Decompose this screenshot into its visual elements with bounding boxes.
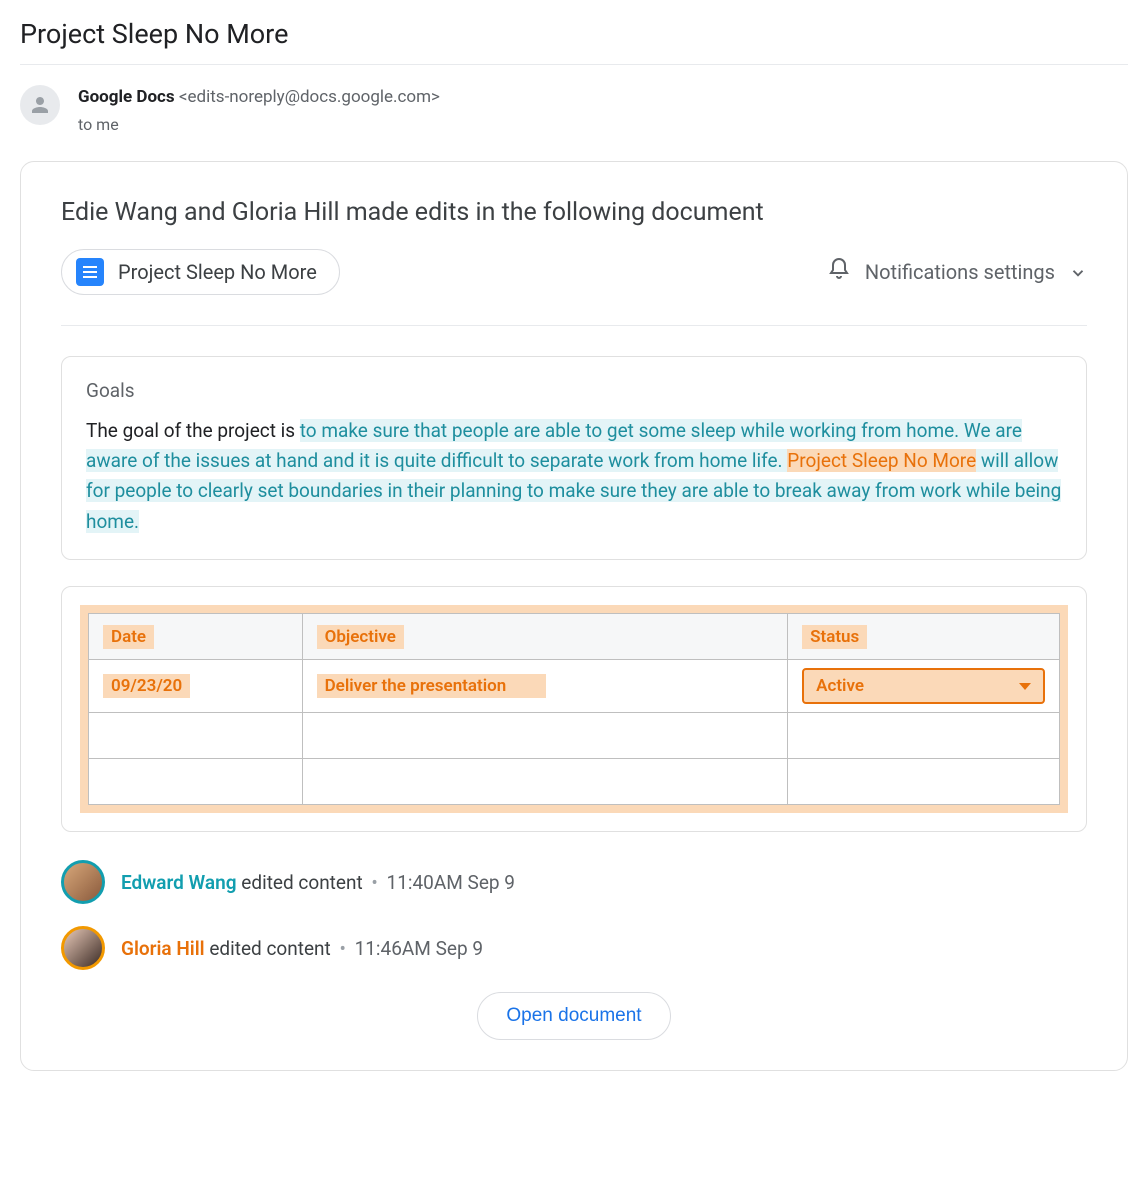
goals-text-highlight-orange: Project Sleep No More [787, 449, 976, 472]
sender-to-line: to me [78, 113, 440, 137]
editor-avatar [61, 926, 105, 970]
separator: • [335, 937, 351, 960]
goals-text-plain: The goal of the project is [86, 419, 300, 442]
col-status: Status [802, 625, 867, 649]
edit-entry: Edward Wang edited content • 11:40AM Sep… [61, 860, 1087, 904]
chevron-down-icon [1069, 263, 1087, 281]
table-row: 09/23/20 Deliver the presentation Active [89, 660, 1060, 713]
separator: • [367, 871, 383, 894]
open-document-button[interactable]: Open document [477, 992, 670, 1040]
email-subject: Project Sleep No More [20, 0, 1128, 65]
col-date: Date [103, 625, 154, 649]
editor-name[interactable]: Gloria Hill [121, 937, 205, 960]
editor-avatar [61, 860, 105, 904]
sender-email: <edits-noreply@docs.google.com> [179, 87, 440, 107]
edit-action: edited content [241, 871, 362, 894]
document-link[interactable]: Project Sleep No More [61, 249, 340, 295]
sender-name: Google Docs [78, 87, 175, 107]
objective-table-section: Date Objective Status 09/23/20 Deliver t… [61, 586, 1087, 832]
col-objective: Objective [317, 625, 404, 649]
table-row [89, 713, 1060, 759]
goals-heading: Goals [86, 379, 1062, 402]
table-header-row: Date Objective Status [89, 614, 1060, 660]
google-docs-icon [76, 258, 104, 286]
goals-section: Goals The goal of the project is to make… [61, 356, 1087, 561]
objective-table: Date Objective Status 09/23/20 Deliver t… [88, 613, 1060, 805]
edit-summary: Edie Wang and Gloria Hill made edits in … [61, 198, 1087, 227]
sender-avatar-icon [20, 85, 60, 125]
editor-name[interactable]: Edward Wang [121, 871, 237, 894]
cell-objective: Deliver the presentation [317, 674, 547, 698]
notifications-settings-button[interactable]: Notifications settings [827, 257, 1087, 286]
edit-timestamp: 11:46AM Sep 9 [355, 937, 483, 960]
sender-row: Google Docs <edits-noreply@docs.google.c… [20, 65, 1128, 161]
edit-timestamp: 11:40AM Sep 9 [387, 871, 515, 894]
notifications-label: Notifications settings [865, 260, 1055, 284]
bell-icon [827, 257, 851, 286]
table-row [89, 759, 1060, 805]
dropdown-caret-icon [1019, 683, 1031, 690]
document-title: Project Sleep No More [118, 260, 317, 284]
notification-card: Edie Wang and Gloria Hill made edits in … [20, 161, 1128, 1072]
cell-date: 09/23/20 [103, 674, 190, 698]
status-value: Active [816, 676, 864, 696]
edit-entry: Gloria Hill edited content • 11:46AM Sep… [61, 926, 1087, 970]
edit-action: edited content [209, 937, 330, 960]
goals-body: The goal of the project is to make sure … [86, 416, 1062, 538]
status-dropdown[interactable]: Active [802, 668, 1045, 704]
